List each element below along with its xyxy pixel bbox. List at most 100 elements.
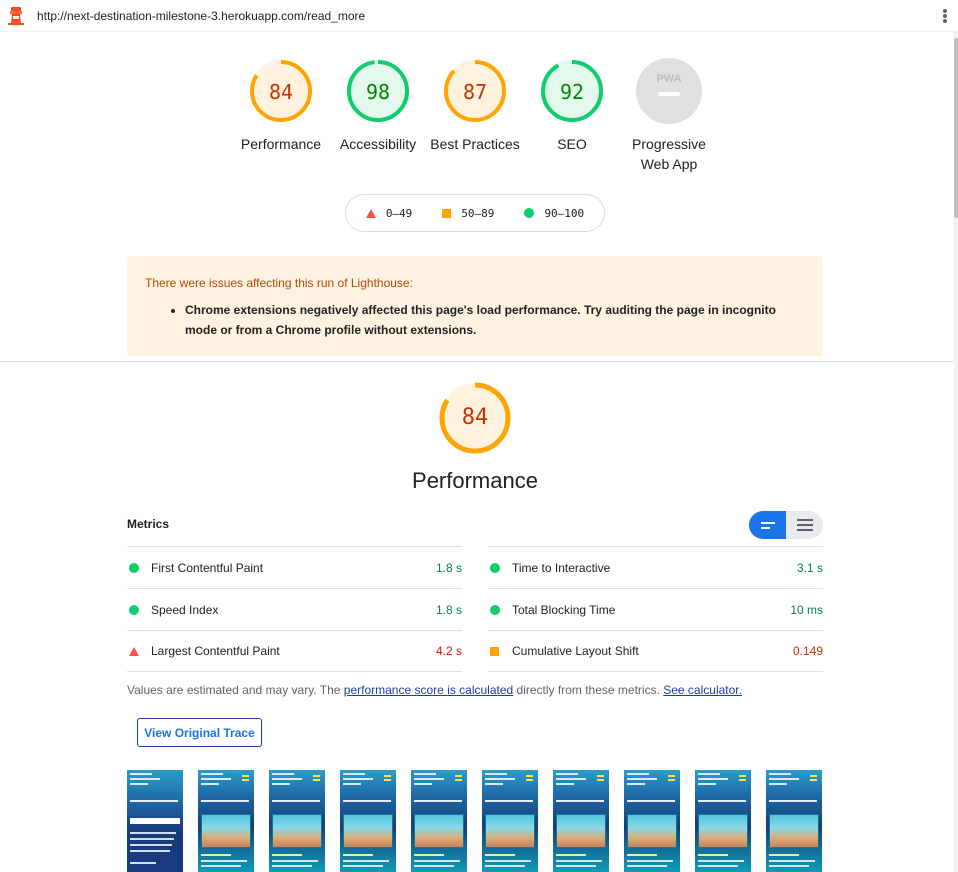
hamburger-icon bbox=[455, 775, 462, 781]
section-divider bbox=[0, 361, 954, 362]
beach-image bbox=[343, 814, 393, 848]
beach-image bbox=[769, 814, 819, 848]
gauge-progressive-web-app[interactable]: PWA Progressive Web App bbox=[621, 58, 717, 174]
pwa-badge-icon: PWA bbox=[636, 58, 702, 124]
beach-image bbox=[201, 814, 251, 848]
metric-value: 0.149 bbox=[792, 644, 823, 658]
legend-pass-label: 90–100 bbox=[544, 206, 585, 220]
filmstrip-frame bbox=[482, 770, 538, 872]
metric-value: 3.1 s bbox=[796, 560, 823, 575]
filmstrip-frame bbox=[411, 770, 467, 872]
beach-image bbox=[272, 814, 322, 848]
gauge-label: Best Practices bbox=[430, 136, 520, 152]
pass-circle-icon bbox=[129, 604, 139, 615]
hamburger-icon bbox=[242, 775, 249, 781]
hamburger-icon bbox=[526, 775, 533, 781]
gauge-score: 87 bbox=[462, 80, 488, 104]
metric-name: First Contentful Paint bbox=[151, 560, 264, 575]
metric-value: 10 ms bbox=[790, 602, 823, 617]
hamburger-icon bbox=[739, 775, 746, 781]
expanded-view-icon[interactable] bbox=[786, 511, 823, 539]
metrics-note: Values are estimated and may vary. The p… bbox=[127, 683, 742, 697]
pass-circle-icon bbox=[490, 604, 500, 615]
gauge-accessibility[interactable]: 98 Accessibility bbox=[330, 58, 426, 154]
compact-view-icon[interactable] bbox=[749, 511, 786, 539]
metric-name: Cumulative Layout Shift bbox=[512, 644, 639, 658]
metric-row: Speed Index 1.8 s bbox=[127, 588, 462, 630]
hamburger-icon bbox=[810, 775, 817, 781]
lighthouse-logo-icon bbox=[8, 7, 24, 25]
filmstrip-frame bbox=[340, 770, 396, 872]
hamburger-icon bbox=[384, 775, 391, 781]
gauge-performance[interactable]: 84 Performance bbox=[233, 58, 329, 154]
beach-image bbox=[556, 814, 606, 848]
fail-triangle-icon bbox=[129, 646, 139, 656]
gauge-label: Performance bbox=[240, 136, 322, 152]
filmstrip-frame bbox=[269, 770, 325, 872]
metric-row: Cumulative Layout Shift 0.149 bbox=[488, 630, 823, 672]
menu-kebab-icon[interactable] bbox=[940, 7, 950, 25]
beach-image bbox=[414, 814, 464, 848]
beach-image bbox=[698, 814, 748, 848]
metric-name: Largest Contentful Paint bbox=[151, 644, 280, 658]
warning-title: There were issues affecting this run of … bbox=[145, 276, 413, 290]
metrics-column-right: Time to Interactive 3.1 s Total Blocking… bbox=[488, 546, 823, 672]
average-square-icon bbox=[490, 646, 499, 656]
metrics-view-toggle[interactable] bbox=[749, 511, 823, 539]
warning-item: Chrome extensions negatively affected th… bbox=[185, 300, 805, 340]
filmstrip-frame bbox=[766, 770, 822, 872]
metric-name: Speed Index bbox=[151, 602, 219, 617]
pwa-badge-text: PWA bbox=[656, 73, 681, 85]
url-text[interactable]: http://next-destination-milestone-3.hero… bbox=[37, 9, 365, 23]
scrollbar-thumb[interactable] bbox=[954, 38, 958, 218]
performance-title: Performance bbox=[412, 468, 538, 493]
metric-value: 4.2 s bbox=[435, 644, 462, 658]
runtime-warning: There were issues affecting this run of … bbox=[127, 256, 823, 356]
metric-value: 1.8 s bbox=[435, 560, 462, 575]
metric-row: Largest Contentful Paint 4.2 s bbox=[127, 630, 462, 672]
legend-fail: 0–49 bbox=[365, 206, 413, 220]
gauge-score: 92 bbox=[559, 80, 585, 104]
filmstrip-frame bbox=[198, 770, 254, 872]
metrics-column-left: First Contentful Paint 1.8 s Speed Index… bbox=[127, 546, 462, 672]
metric-value: 1.8 s bbox=[435, 602, 462, 617]
note-prefix: Values are estimated and may vary. The bbox=[127, 683, 344, 697]
metric-name: Time to Interactive bbox=[512, 560, 611, 575]
average-square-icon bbox=[442, 208, 452, 218]
gauge-best-practices[interactable]: 87 Best Practices bbox=[427, 58, 523, 154]
legend-pass: 90–100 bbox=[524, 207, 584, 220]
legend-average: 50–89 bbox=[442, 207, 494, 220]
legend-fail-label: 0–49 bbox=[385, 206, 413, 220]
metric-name: Total Blocking Time bbox=[512, 602, 616, 617]
score-legend: 0–49 50–89 90–100 bbox=[345, 194, 605, 232]
filmstrip-frame bbox=[553, 770, 609, 872]
hamburger-icon bbox=[597, 775, 604, 781]
metrics-heading: Metrics bbox=[127, 517, 170, 531]
note-middle: directly from these metrics. bbox=[513, 683, 664, 697]
gauge-score: 84 bbox=[268, 80, 294, 104]
fail-triangle-icon bbox=[365, 208, 376, 218]
filmstrip-frame bbox=[624, 770, 680, 872]
beach-image bbox=[627, 814, 677, 848]
filmstrip-frame bbox=[127, 770, 183, 872]
score-calculated-link[interactable]: performance score is calculated bbox=[344, 683, 513, 697]
gauge-label: Progressive Web App bbox=[632, 136, 706, 172]
metric-row: Total Blocking Time 10 ms bbox=[488, 588, 823, 630]
pass-circle-icon bbox=[490, 562, 500, 573]
legend-average-label: 50–89 bbox=[461, 206, 495, 220]
hamburger-icon bbox=[668, 775, 675, 781]
pass-circle-icon bbox=[524, 208, 535, 218]
pass-circle-icon bbox=[129, 562, 139, 573]
see-calculator-link[interactable]: See calculator. bbox=[663, 683, 742, 697]
gauge-score: 98 bbox=[365, 80, 391, 104]
view-original-trace-button[interactable]: View Original Trace bbox=[137, 718, 262, 747]
browser-bar: http://next-destination-milestone-3.hero… bbox=[0, 0, 958, 32]
gauge-label: Accessibility bbox=[339, 136, 417, 152]
metric-row: Time to Interactive 3.1 s bbox=[488, 546, 823, 588]
hamburger-icon bbox=[313, 775, 320, 781]
performance-big-score: 84 bbox=[461, 405, 489, 430]
gauge-seo[interactable]: 92 SEO bbox=[524, 58, 620, 154]
filmstrip-frame bbox=[695, 770, 751, 872]
metric-row: First Contentful Paint 1.8 s bbox=[127, 546, 462, 588]
gauge-label: SEO bbox=[557, 136, 587, 152]
